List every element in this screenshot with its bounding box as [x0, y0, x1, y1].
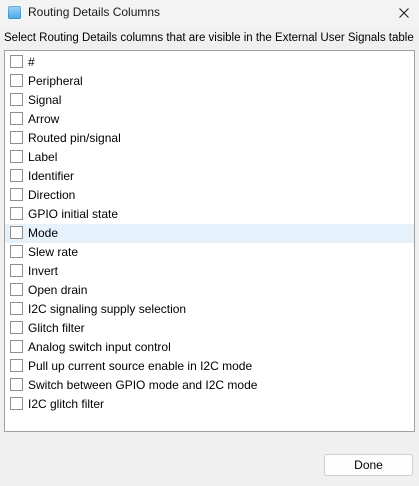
column-checkbox[interactable]	[10, 188, 23, 201]
column-label: Invert	[28, 264, 59, 278]
column-item[interactable]: Label	[5, 148, 414, 167]
column-item[interactable]: #	[5, 53, 414, 72]
column-label: Pull up current source enable in I2C mod…	[28, 359, 253, 373]
column-checkbox[interactable]	[10, 359, 23, 372]
column-checkbox[interactable]	[10, 74, 23, 87]
column-item[interactable]: Direction	[5, 186, 414, 205]
column-item[interactable]: Routed pin/signal	[5, 129, 414, 148]
window-title: Routing Details Columns	[28, 5, 161, 19]
column-checkbox[interactable]	[10, 321, 23, 334]
column-item[interactable]: Signal	[5, 91, 414, 110]
column-label: Direction	[28, 188, 76, 202]
column-item[interactable]: Analog switch input control	[5, 338, 414, 357]
column-label: Open drain	[28, 283, 88, 297]
column-item[interactable]: Pull up current source enable in I2C mod…	[5, 357, 414, 376]
column-label: Peripheral	[28, 74, 83, 88]
column-label: Mode	[28, 226, 59, 240]
column-label: Switch between GPIO mode and I2C mode	[28, 378, 258, 392]
title-bar: Routing Details Columns	[0, 0, 419, 26]
column-checkbox[interactable]	[10, 55, 23, 68]
column-item[interactable]: Switch between GPIO mode and I2C mode	[5, 376, 414, 395]
column-checkbox[interactable]	[10, 397, 23, 410]
columns-checklist[interactable]: # Peripheral Signal Arrow Routed pin/signal L…	[4, 50, 415, 432]
column-item[interactable]: Slew rate	[5, 243, 414, 262]
column-item[interactable]: Identifier	[5, 167, 414, 186]
column-item[interactable]: Mode	[5, 224, 414, 243]
column-checkbox[interactable]	[10, 302, 23, 315]
column-checkbox[interactable]	[10, 340, 23, 353]
column-item[interactable]: Glitch filter	[5, 319, 414, 338]
column-label: Slew rate	[28, 245, 79, 259]
close-icon	[399, 8, 409, 18]
column-checkbox[interactable]	[10, 226, 23, 239]
column-label: I2C glitch filter	[28, 397, 105, 411]
column-label: I2C signaling supply selection	[28, 302, 187, 316]
column-label: Signal	[28, 93, 62, 107]
column-label: Identifier	[28, 169, 75, 183]
column-label: GPIO initial state	[28, 207, 119, 221]
column-label: Label	[28, 150, 58, 164]
column-checkbox[interactable]	[10, 131, 23, 144]
column-item[interactable]: Open drain	[5, 281, 414, 300]
column-item[interactable]: I2C signaling supply selection	[5, 300, 414, 319]
done-button[interactable]: Done	[324, 454, 413, 476]
column-label: Analog switch input control	[28, 340, 171, 354]
column-label: #	[28, 55, 35, 69]
column-label: Glitch filter	[28, 321, 85, 335]
column-item[interactable]: Peripheral	[5, 72, 414, 91]
column-checkbox[interactable]	[10, 169, 23, 182]
column-checkbox[interactable]	[10, 378, 23, 391]
column-checkbox[interactable]	[10, 245, 23, 258]
column-item[interactable]: Invert	[5, 262, 414, 281]
instruction-text: Select Routing Details columns that are …	[4, 32, 414, 44]
column-item[interactable]: Arrow	[5, 110, 414, 129]
column-label: Routed pin/signal	[28, 131, 121, 145]
column-checkbox[interactable]	[10, 93, 23, 106]
column-item[interactable]: I2C glitch filter	[5, 395, 414, 414]
column-checkbox[interactable]	[10, 264, 23, 277]
column-label: Arrow	[28, 112, 60, 126]
column-item[interactable]: GPIO initial state	[5, 205, 414, 224]
column-checkbox[interactable]	[10, 150, 23, 163]
window-icon	[8, 6, 21, 19]
column-checkbox[interactable]	[10, 207, 23, 220]
column-checkbox[interactable]	[10, 112, 23, 125]
close-button[interactable]	[389, 0, 419, 26]
column-checkbox[interactable]	[10, 283, 23, 296]
dialog-window: Routing Details Columns Select Routing D…	[0, 0, 419, 486]
